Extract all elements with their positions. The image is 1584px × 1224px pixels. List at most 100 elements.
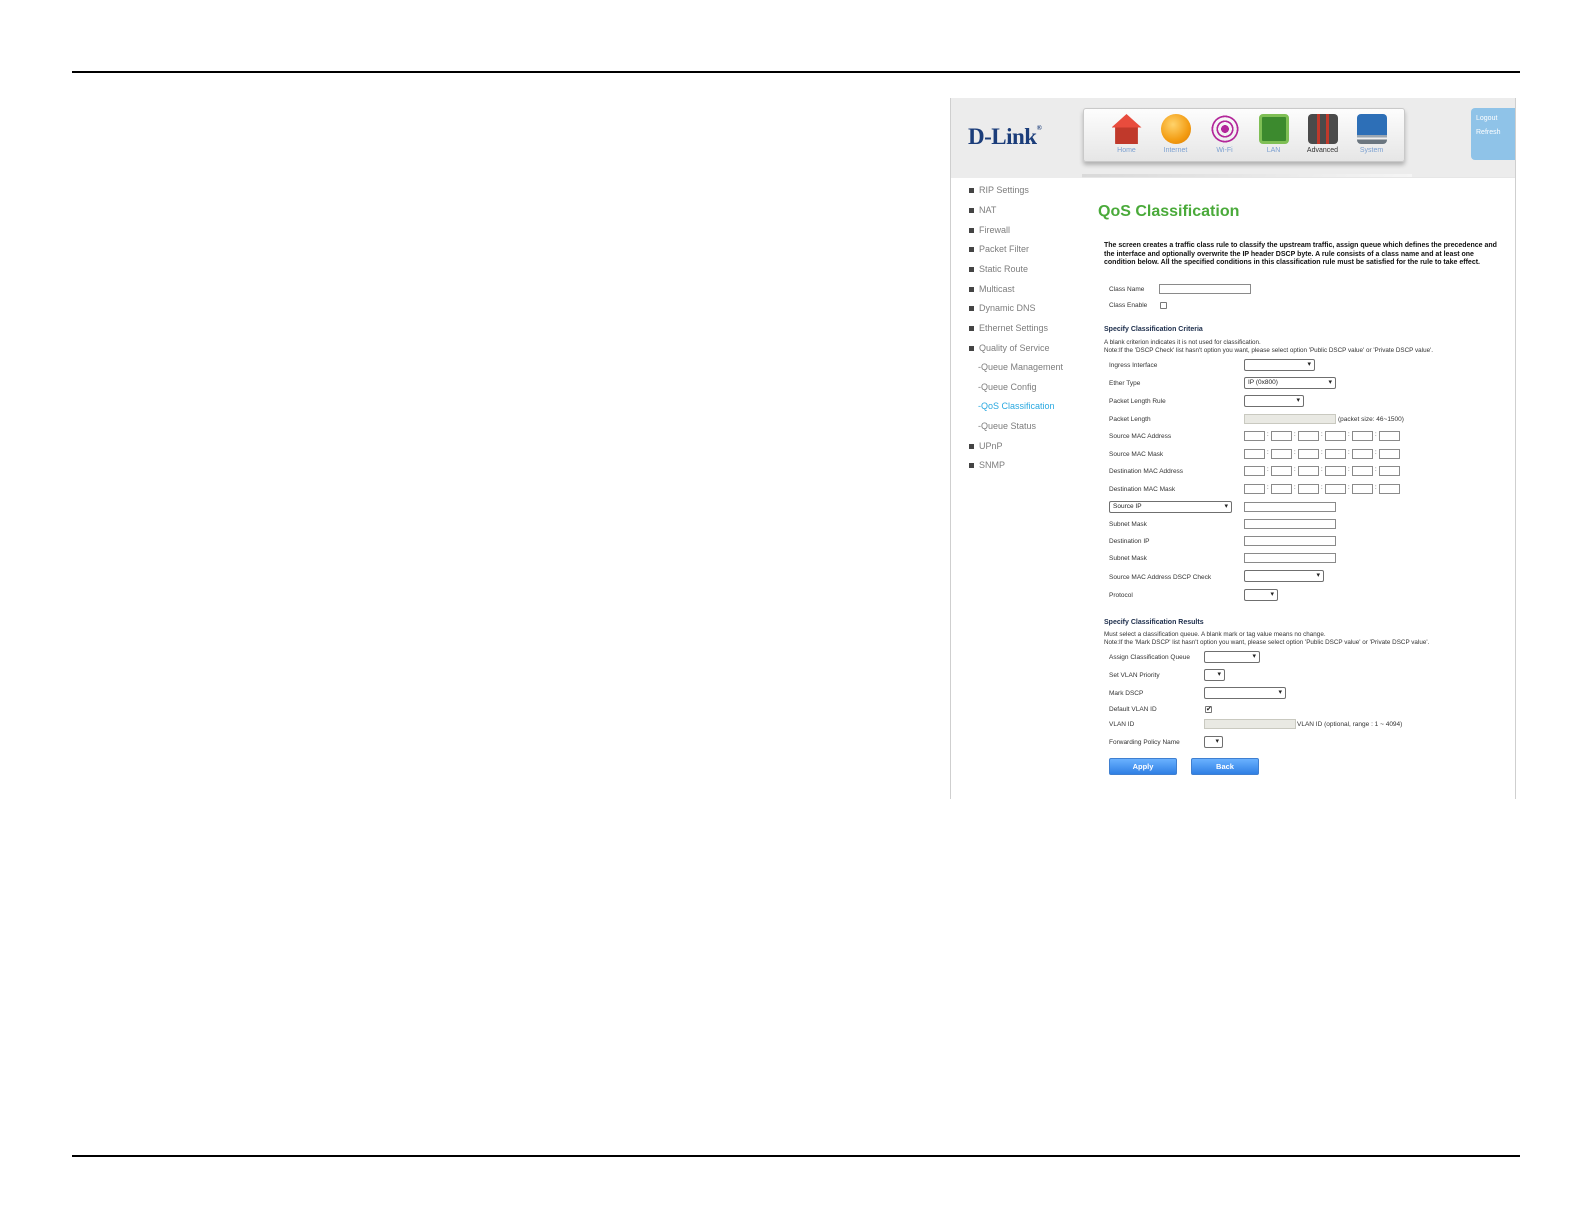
bullet-icon: [969, 463, 974, 469]
sidebar-item-packet-filter[interactable]: Packet Filter: [969, 244, 1029, 254]
destination-mac-octet[interactable]: [1298, 466, 1319, 476]
destination-ip-label: Destination IP: [1109, 538, 1150, 545]
mac-separator: :: [1321, 450, 1323, 456]
tools-icon: [1307, 114, 1338, 144]
protocol-label: Protocol: [1109, 592, 1133, 599]
results-note-2: Note:If the 'Mark DSCP' list hasn't opti…: [1104, 639, 1430, 646]
criteria-note-2: Note:If the 'DSCP Check' list hasn't opt…: [1104, 347, 1434, 354]
source-mac-octet[interactable]: [1325, 431, 1346, 441]
source-mac-octet[interactable]: [1244, 431, 1265, 441]
destination-mac-octet[interactable]: [1325, 466, 1346, 476]
nav-home[interactable]: Home: [1102, 109, 1151, 161]
session-tab: Logout Refresh: [1471, 108, 1515, 160]
globe-icon: [1160, 114, 1191, 144]
destination-mask-octet[interactable]: [1325, 484, 1346, 494]
monitor-icon: [1356, 114, 1387, 144]
sidebar-item-upnp[interactable]: UPnP: [969, 441, 1003, 451]
destination-mac-label: Destination MAC Address: [1109, 468, 1184, 475]
sidebar-item-firewall[interactable]: Firewall: [969, 225, 1010, 235]
criteria-note-1: A blank criterion indicates it is not us…: [1104, 339, 1261, 346]
destination-mac-octet[interactable]: [1244, 466, 1265, 476]
assign-queue-select[interactable]: [1204, 651, 1260, 663]
vlan-priority-select[interactable]: [1204, 669, 1225, 681]
ip-type-select[interactable]: Source IP: [1109, 501, 1232, 513]
source-mask-octet[interactable]: [1298, 449, 1319, 459]
dscp-check-select[interactable]: [1244, 570, 1324, 582]
mac-separator: :: [1375, 485, 1377, 491]
destination-mask-octet[interactable]: [1352, 484, 1373, 494]
destination-ip-input[interactable]: [1244, 536, 1336, 546]
sidebar-item-queue-status[interactable]: -Queue Status: [978, 421, 1036, 431]
source-mask-octet[interactable]: [1379, 449, 1400, 459]
wifi-icon: [1209, 114, 1240, 144]
mac-separator: :: [1321, 432, 1323, 438]
apply-button[interactable]: Apply: [1109, 758, 1177, 775]
packet-length-rule-select[interactable]: [1244, 395, 1304, 407]
source-subnet-input[interactable]: [1244, 519, 1336, 529]
destination-mac-octet[interactable]: [1352, 466, 1373, 476]
refresh-link[interactable]: Refresh: [1476, 129, 1510, 136]
sidebar-item-rip[interactable]: RIP Settings: [969, 185, 1029, 195]
vlan-id-input: [1204, 719, 1296, 729]
mac-separator: :: [1321, 485, 1323, 491]
mac-separator: :: [1375, 432, 1377, 438]
results-heading: Specify Classification Results: [1104, 619, 1204, 626]
sidebar-item-ddns[interactable]: Dynamic DNS: [969, 303, 1036, 313]
bullet-icon: [969, 444, 974, 450]
source-mask-octet[interactable]: [1244, 449, 1265, 459]
mark-dscp-select[interactable]: [1204, 687, 1286, 699]
destination-mask-octet[interactable]: [1271, 484, 1292, 494]
top-nav: Home Internet Wi-Fi LAN Advanced System: [1083, 108, 1405, 162]
ingress-select[interactable]: [1244, 359, 1315, 371]
logout-link[interactable]: Logout: [1476, 115, 1510, 122]
mac-separator: :: [1375, 450, 1377, 456]
subnet-mask-label-2: Subnet Mask: [1109, 555, 1147, 562]
forwarding-policy-select[interactable]: [1204, 736, 1223, 748]
default-vlan-checkbox[interactable]: ✔: [1205, 706, 1212, 713]
class-name-input[interactable]: [1159, 284, 1251, 294]
sidebar-item-multicast[interactable]: Multicast: [969, 284, 1015, 294]
destination-mac-octet[interactable]: [1379, 466, 1400, 476]
back-button[interactable]: Back: [1191, 758, 1259, 775]
destination-subnet-input[interactable]: [1244, 553, 1336, 563]
ingress-label: Ingress Interface: [1109, 362, 1158, 369]
mac-separator: :: [1375, 467, 1377, 473]
destination-mac-octet[interactable]: [1271, 466, 1292, 476]
source-ip-input[interactable]: [1244, 502, 1336, 512]
nav-wifi[interactable]: Wi-Fi: [1200, 109, 1249, 161]
sidebar-item-queue-management[interactable]: -Queue Management: [978, 362, 1063, 372]
sidebar-item-qos-classification[interactable]: -QoS Classification: [978, 401, 1055, 411]
sidebar-item-nat[interactable]: NAT: [969, 205, 996, 215]
nav-advanced[interactable]: Advanced: [1298, 109, 1347, 161]
source-mac-octet[interactable]: [1271, 431, 1292, 441]
mac-separator: :: [1294, 485, 1296, 491]
protocol-select[interactable]: [1244, 589, 1278, 601]
destination-mask-octet[interactable]: [1379, 484, 1400, 494]
source-mask-octet[interactable]: [1352, 449, 1373, 459]
source-mac-label: Source MAC Address: [1109, 433, 1172, 440]
mac-separator: :: [1267, 450, 1269, 456]
source-mac-octet[interactable]: [1298, 431, 1319, 441]
source-mask-octet[interactable]: [1325, 449, 1346, 459]
bullet-icon: [969, 228, 974, 234]
bullet-icon: [969, 208, 974, 214]
forwarding-policy-label: Forwarding Policy Name: [1109, 739, 1180, 746]
sidebar-item-qos[interactable]: Quality of Service: [969, 343, 1050, 353]
class-enable-checkbox[interactable]: [1160, 302, 1167, 309]
ether-type-select[interactable]: IP (0x800): [1244, 377, 1336, 389]
source-mac-octet[interactable]: [1352, 431, 1373, 441]
sidebar-item-snmp[interactable]: SNMP: [969, 460, 1005, 470]
mac-separator: :: [1321, 467, 1323, 473]
sidebar-item-static-route[interactable]: Static Route: [969, 264, 1028, 274]
source-mask-octet[interactable]: [1271, 449, 1292, 459]
nav-system[interactable]: System: [1347, 109, 1396, 161]
bullet-icon: [969, 346, 974, 352]
destination-mask-octet[interactable]: [1298, 484, 1319, 494]
nav-lan[interactable]: LAN: [1249, 109, 1298, 161]
sidebar-item-ethernet[interactable]: Ethernet Settings: [969, 323, 1048, 333]
source-mac-octet[interactable]: [1379, 431, 1400, 441]
sidebar-item-queue-config[interactable]: -Queue Config: [978, 382, 1037, 392]
mark-dscp-label: Mark DSCP: [1109, 690, 1144, 697]
destination-mask-octet[interactable]: [1244, 484, 1265, 494]
nav-internet[interactable]: Internet: [1151, 109, 1200, 161]
